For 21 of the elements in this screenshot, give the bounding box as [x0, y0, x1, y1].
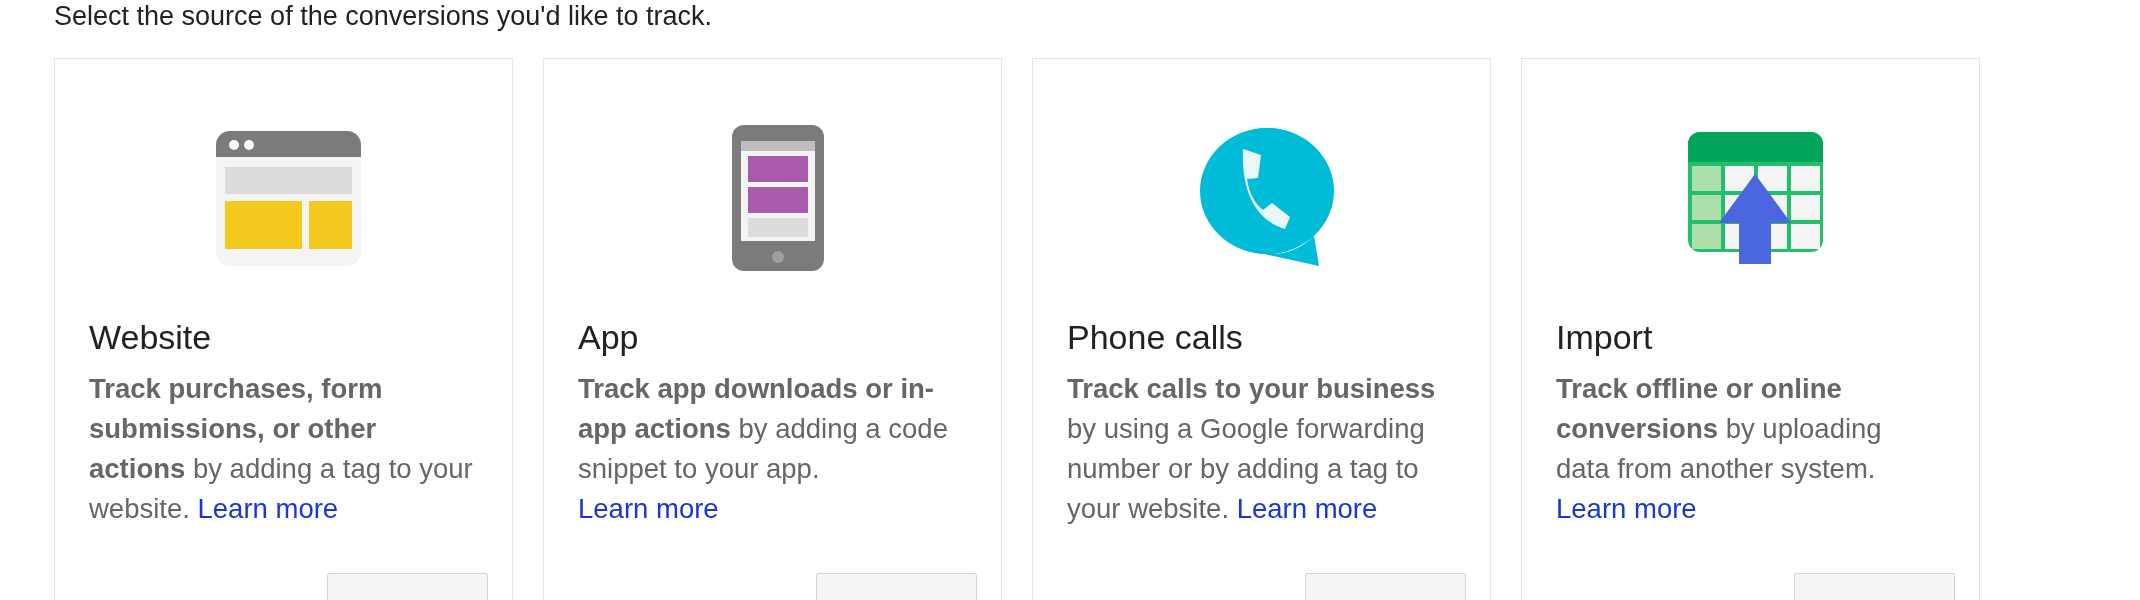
- card-description: Track offline or online conversions by uploading data from another system. Learn more: [1556, 372, 1883, 526]
- source-card[interactable]: Phone calls Track calls to your business by using a Google forwarding number or by adding a tag to your website. Learn more: [1032, 58, 1491, 600]
- phone-speech-bubble-icon: [1199, 128, 1334, 268]
- card-description: Track calls to your business by using a Google forwarding number or by adding a tag to your website. Learn more: [1067, 372, 1437, 526]
- card-title: Import: [1556, 317, 1654, 357]
- browser-window-icon: [216, 130, 361, 266]
- intro-text: Select the source of the conversions you'd like to track.: [54, 0, 713, 32]
- card-title: App: [578, 317, 640, 357]
- learn-more-link[interactable]: Learn more: [1236, 493, 1378, 524]
- card-description: Track purchases, form submissions, or other actions by adding a tag to your website. Learn more: [89, 372, 474, 526]
- source-card[interactable]: Import Track offline or online conversions by uploading data from another system. Learn more: [1521, 58, 1980, 600]
- source-card[interactable]: App Track app downloads or in-app actions by adding a code snippet to your app. Learn more: [543, 58, 1002, 600]
- spreadsheet-upload-icon: [1688, 132, 1823, 264]
- smartphone-icon: [731, 125, 824, 271]
- learn-more-link[interactable]: Learn more: [578, 493, 719, 524]
- source-card[interactable]: Website Track purchases, form submissions, or other actions by adding a tag to your website. Learn more: [54, 58, 513, 600]
- learn-more-link[interactable]: Learn more: [1556, 493, 1697, 524]
- card-title: Phone calls: [1067, 317, 1244, 357]
- card-title: Website: [89, 317, 213, 357]
- card-description: Track app downloads or in-app actions by adding a code snippet to your app. Learn more: [578, 372, 949, 526]
- learn-more-link[interactable]: Learn more: [197, 493, 339, 524]
